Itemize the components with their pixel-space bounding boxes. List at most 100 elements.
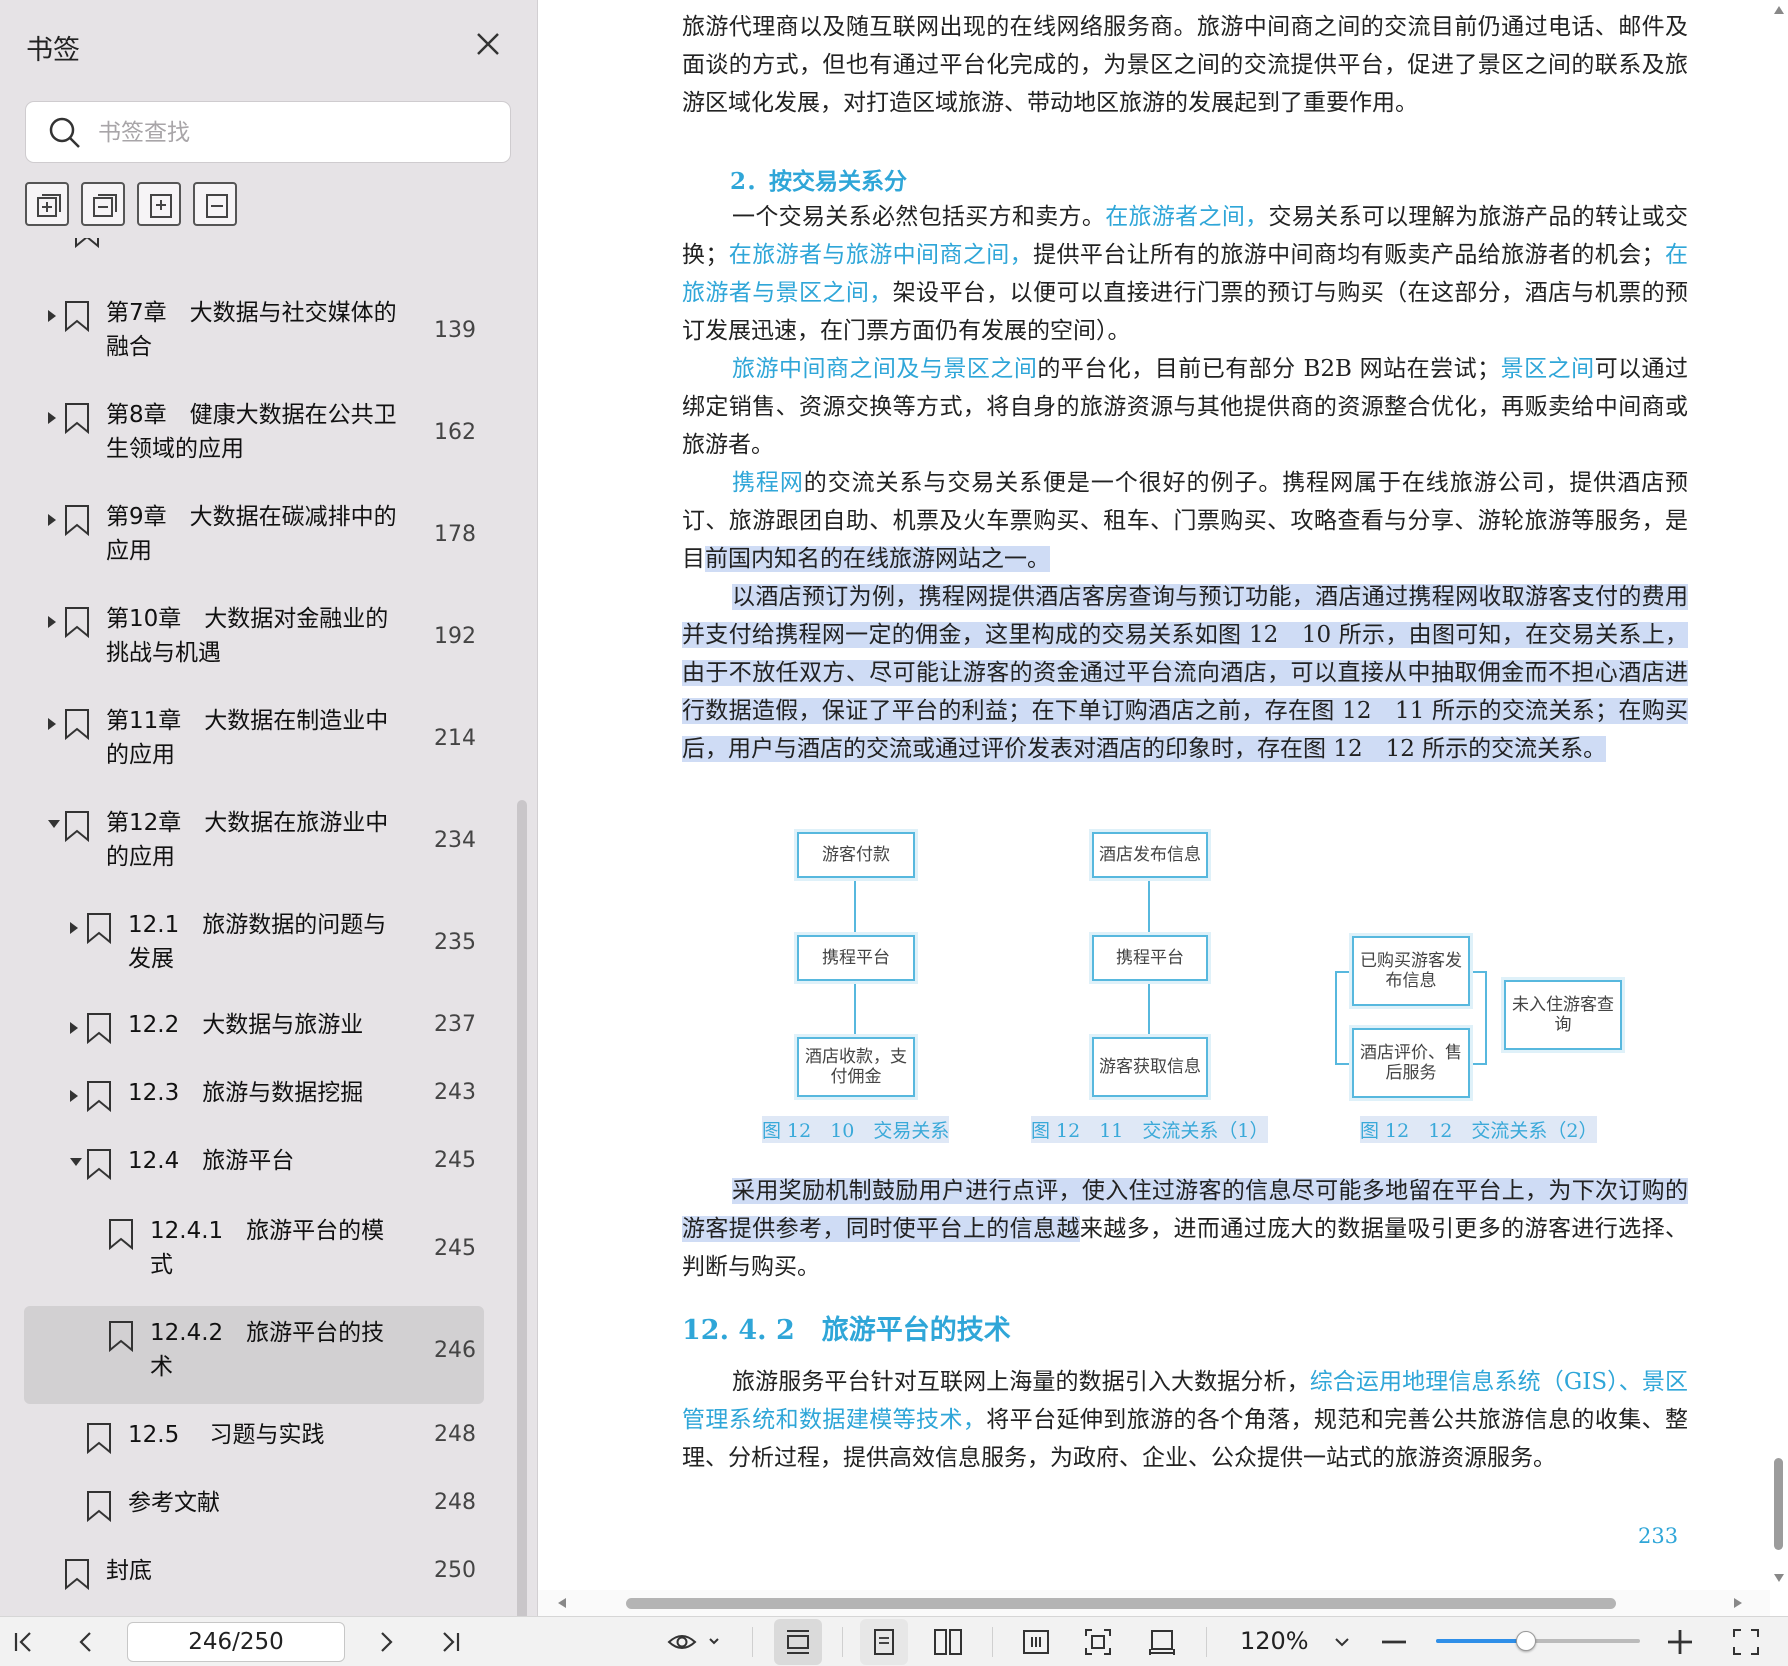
toc-item[interactable]: 第7章 大数据与社交媒体的 融合 139 bbox=[24, 286, 484, 374]
collapsed-arrow-icon[interactable] bbox=[48, 310, 56, 322]
toc-item[interactable]: 封底 250 bbox=[24, 1544, 484, 1600]
figure-box: 携程平台 bbox=[1089, 932, 1211, 984]
toc-item[interactable]: 12.4.2 旅游平台的技 术 246 bbox=[24, 1306, 484, 1404]
two-page-icon[interactable] bbox=[932, 1626, 964, 1658]
bookmark-search-box bbox=[25, 101, 511, 163]
toc-item-page: 248 bbox=[434, 1422, 476, 1447]
bookmark-icon[interactable] bbox=[193, 182, 237, 226]
bookmark-icon bbox=[64, 708, 90, 741]
next-page-icon[interactable] bbox=[370, 1626, 402, 1658]
zoom-in-icon[interactable] bbox=[1664, 1626, 1696, 1658]
collapsed-arrow-icon[interactable] bbox=[70, 1022, 78, 1034]
bookmark-icon bbox=[86, 1422, 112, 1455]
toc-item[interactable]: 第8章 健康大数据在公共卫 生领域的应用 162 bbox=[24, 388, 484, 476]
bookmark-icon bbox=[86, 1080, 112, 1113]
bookmark-icon bbox=[64, 810, 90, 843]
page-number-input[interactable] bbox=[127, 1622, 345, 1662]
toc-item-label: 第12章 大数据在旅游业中 的应用 bbox=[106, 810, 389, 870]
collapsed-arrow-icon[interactable] bbox=[70, 1090, 78, 1102]
bookmark-icon bbox=[74, 238, 100, 249]
toc-item-page: 178 bbox=[434, 522, 476, 547]
toc-item-label: 12.5 习题与实践 bbox=[128, 1422, 325, 1448]
toc-item[interactable]: 12.3 旅游与数据挖掘 243 bbox=[24, 1066, 484, 1122]
toc-item[interactable]: 第12章 大数据在旅游业中 的应用 234 bbox=[24, 796, 484, 884]
scroll-left-icon[interactable] bbox=[558, 1598, 566, 1608]
toolbar-separator bbox=[752, 1627, 753, 1657]
rotate-page-icon[interactable] bbox=[1146, 1626, 1178, 1658]
collapsed-arrow-icon[interactable] bbox=[48, 718, 56, 730]
search-icon bbox=[48, 116, 82, 150]
horizontal-scrollbar[interactable] bbox=[538, 1590, 1770, 1616]
toolbar-separator bbox=[1206, 1627, 1207, 1657]
add-bookmark-icon[interactable] bbox=[137, 182, 181, 226]
toc-item-label: 12.4.1 旅游平台的模 式 bbox=[150, 1218, 385, 1278]
paragraph-reward: 采用奖励机制鼓励用户进行点评，使入住过游客的信息尽可能多地留在平台上，为下次订购… bbox=[682, 1178, 1689, 1280]
fit-width-icon[interactable] bbox=[1020, 1626, 1052, 1658]
toc-item[interactable]: 第9章 大数据在碳减排中的 应用 178 bbox=[24, 490, 484, 578]
previous-page-icon[interactable] bbox=[70, 1626, 102, 1658]
toc-item[interactable]: 12.2 大数据与旅游业 237 bbox=[24, 998, 484, 1054]
scroll-up-icon[interactable] bbox=[1774, 6, 1784, 14]
toc-item-page: 234 bbox=[434, 828, 476, 853]
expand-all-icon[interactable] bbox=[25, 182, 69, 226]
figure-box: 游客获取信息 bbox=[1089, 1034, 1211, 1100]
toc-item[interactable]: 第10章 大数据对金融业的 挑战与机遇 192 bbox=[24, 592, 484, 680]
toc-item-page: 192 bbox=[434, 624, 476, 649]
close-icon[interactable] bbox=[470, 26, 506, 62]
collapsed-arrow-icon[interactable] bbox=[48, 616, 56, 628]
sidebar-scrollbar[interactable] bbox=[517, 800, 527, 1616]
toc-item-page: 246 bbox=[434, 1338, 476, 1363]
scroll-right-icon[interactable] bbox=[1734, 1598, 1742, 1608]
bookmark-tree: 第7章 大数据与社交媒体的 融合 139 第8章 健康大数据在公共卫 生领域的应用 1… bbox=[0, 238, 520, 1616]
toc-item-page: 245 bbox=[434, 1236, 476, 1261]
toc-item-label: 第7章 大数据与社交媒体的 融合 bbox=[106, 300, 397, 360]
zoom-slider[interactable] bbox=[1436, 1631, 1640, 1651]
zoom-dropdown-icon[interactable] bbox=[1326, 1626, 1358, 1658]
toc-item[interactable]: 12.4.1 旅游平台的模 式 245 bbox=[24, 1204, 484, 1292]
eye-icon[interactable] bbox=[666, 1626, 722, 1658]
fullscreen-icon[interactable] bbox=[1730, 1626, 1762, 1658]
fit-page-icon[interactable] bbox=[1082, 1626, 1114, 1658]
toolbar-separator bbox=[842, 1627, 843, 1657]
toc-item-page: 139 bbox=[434, 318, 476, 343]
bookmark-icon bbox=[64, 1558, 90, 1591]
expanded-arrow-icon[interactable] bbox=[48, 820, 60, 828]
toc-item-page: 235 bbox=[434, 930, 476, 955]
bookmark-icon bbox=[86, 1490, 112, 1523]
toc-item[interactable]: 第11章 大数据在制造业中 的应用 214 bbox=[24, 694, 484, 782]
scroll-down-icon[interactable] bbox=[1774, 1574, 1784, 1582]
collapsed-arrow-icon[interactable] bbox=[48, 412, 56, 424]
bookmark-icon bbox=[108, 1218, 134, 1251]
continuous-scroll-icon[interactable] bbox=[782, 1626, 814, 1658]
figure-caption: 图 12 11 交流关系（1） bbox=[1031, 1116, 1269, 1143]
toc-item[interactable]: 12.1 旅游数据的问题与 发展 235 bbox=[24, 898, 484, 986]
vertical-scroll-thumb[interactable] bbox=[1774, 1458, 1783, 1550]
collapsed-arrow-icon[interactable] bbox=[48, 514, 56, 526]
single-page-icon[interactable] bbox=[868, 1626, 900, 1658]
collapsed-arrow-icon[interactable] bbox=[70, 922, 78, 934]
horizontal-scroll-thumb[interactable] bbox=[626, 1598, 1616, 1609]
bookmark-search-input[interactable] bbox=[98, 110, 488, 156]
collapse-all-icon[interactable] bbox=[81, 182, 125, 226]
zoom-level[interactable]: 120% bbox=[1240, 1627, 1309, 1655]
toc-item-page: 162 bbox=[434, 420, 476, 445]
toc-item-label: 第11章 大数据在制造业中 的应用 bbox=[106, 708, 389, 768]
toc-item-page: 214 bbox=[434, 726, 476, 751]
zoom-slider-handle[interactable] bbox=[1515, 1631, 1536, 1651]
toc-item[interactable]: 参考文献 248 bbox=[24, 1476, 484, 1532]
toc-item[interactable]: 12.5 习题与实践 248 bbox=[24, 1408, 484, 1464]
expanded-arrow-icon[interactable] bbox=[70, 1158, 82, 1166]
vertical-scrollbar[interactable] bbox=[1770, 0, 1788, 1590]
sidebar-title: 书签 bbox=[26, 35, 80, 66]
figure-caption: 图 12 12 交流关系（2） bbox=[1360, 1116, 1598, 1143]
bookmarks-sidebar: 书签 第7章 大数据与社交媒体的 融合 139 第8章 健康大数据在公共卫 生领域的… bbox=[0, 0, 538, 1616]
toc-item-label: 12.1 旅游数据的问题与 发展 bbox=[128, 912, 387, 972]
bookmark-icon bbox=[64, 504, 90, 537]
toc-item-label: 12.4.2 旅游平台的技 术 bbox=[150, 1320, 385, 1380]
toc-item[interactable]: 12.4 旅游平台 245 bbox=[24, 1134, 484, 1190]
first-page-icon[interactable] bbox=[8, 1626, 40, 1658]
bookmark-icon bbox=[86, 1148, 112, 1181]
bookmark-icon bbox=[64, 300, 90, 333]
last-page-icon[interactable] bbox=[434, 1626, 466, 1658]
zoom-out-icon[interactable] bbox=[1378, 1626, 1410, 1658]
